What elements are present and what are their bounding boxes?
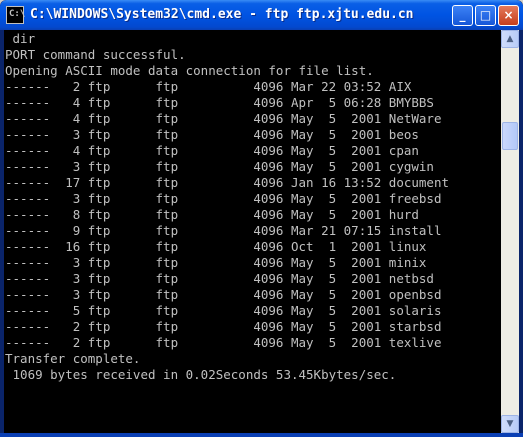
console-line: PORT command successful. (5, 47, 186, 62)
console-line: 1069 bytes received in 0.02Seconds 53.45… (5, 367, 397, 382)
console-line: ------ 17 ftp ftp 4096 Jan 16 13:52 docu… (5, 175, 450, 190)
scroll-down-button[interactable]: ▼ (501, 415, 519, 433)
window-frame-bottom (0, 433, 523, 437)
minimize-button[interactable]: _ (452, 5, 473, 26)
cmd-prompt-icon[interactable]: C:\ (6, 6, 25, 24)
console-line: dir (5, 31, 36, 46)
console-window: C:\ C:\WINDOWS\System32\cmd.exe - ftp ft… (0, 0, 523, 437)
console-line: ------ 2 ftp ftp 4096 May 5 2001 texlive (5, 335, 442, 350)
console-line: ------ 9 ftp ftp 4096 Mar 21 07:15 insta… (5, 223, 442, 238)
scroll-up-button[interactable]: ▲ (501, 30, 519, 48)
console-line: ------ 4 ftp ftp 4096 Apr 5 06:28 BMYBBS (5, 95, 434, 110)
console-line: ------ 2 ftp ftp 4096 May 5 2001 starbsd (5, 319, 442, 334)
console-line: ------ 3 ftp ftp 4096 May 5 2001 minix (5, 255, 427, 270)
console-line: ------ 16 ftp ftp 4096 Oct 1 2001 linux (5, 239, 427, 254)
window-title: C:\WINDOWS\System32\cmd.exe - ftp ftp.xj… (30, 7, 414, 22)
close-button[interactable]: × (498, 5, 519, 26)
console-area: dir PORT command successful. Opening ASCII… (4, 30, 519, 433)
console-output[interactable]: dir PORT command successful. Opening ASCII… (4, 30, 501, 433)
vertical-scrollbar[interactable]: ▲ ▼ (501, 30, 519, 433)
console-line: ------ 3 ftp ftp 4096 May 5 2001 cygwin (5, 159, 434, 174)
console-line: ------ 4 ftp ftp 4096 May 5 2001 NetWare (5, 111, 442, 126)
console-line: ------ 3 ftp ftp 4096 May 5 2001 netbsd (5, 271, 434, 286)
console-line: ------ 3 ftp ftp 4096 May 5 2001 freebsd (5, 191, 442, 206)
console-line: Transfer complete. (5, 351, 141, 366)
maximize-button[interactable]: □ (475, 5, 496, 26)
console-line: ------ 8 ftp ftp 4096 May 5 2001 hurd (5, 207, 419, 222)
console-line: ------ 2 ftp ftp 4096 Mar 22 03:52 AIX (5, 79, 412, 94)
console-line: ------ 3 ftp ftp 4096 May 5 2001 beos (5, 127, 419, 142)
scroll-thumb[interactable] (502, 122, 518, 150)
console-line: Opening ASCII mode data connection for f… (5, 63, 374, 78)
console-line: ------ 4 ftp ftp 4096 May 5 2001 cpan (5, 143, 419, 158)
console-line: ------ 5 ftp ftp 4096 May 5 2001 solaris (5, 303, 442, 318)
title-bar[interactable]: C:\ C:\WINDOWS\System32\cmd.exe - ftp ft… (0, 0, 523, 30)
console-line: ------ 3 ftp ftp 4096 May 5 2001 openbsd (5, 287, 442, 302)
